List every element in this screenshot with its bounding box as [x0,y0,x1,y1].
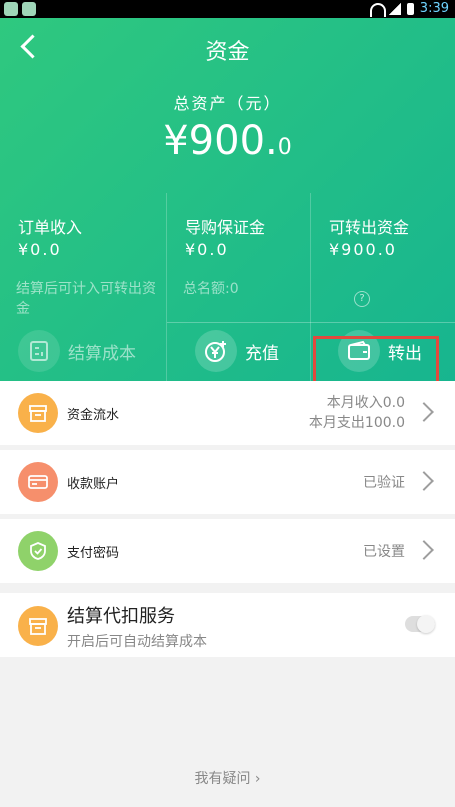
order-income-note: 结算后可计入可转出资金 [16,281,156,317]
chevron-right-icon [414,402,434,422]
signal-icon [388,2,401,15]
shield-icon [18,531,58,571]
page-title: 资金 [205,40,250,65]
list-item-cash-flow[interactable]: 资金流水 本月收入0.0 本月支出100.0 [0,381,455,445]
cash-flow-summary: 本月收入0.0 本月支出100.0 [308,395,405,431]
calculator-icon [18,330,60,372]
total-assets-label: 总资产（元） [173,94,282,113]
battery-icon [406,2,414,15]
receiving-account-label: 收款账户 [67,477,120,492]
archive-box-icon [18,606,58,646]
settlement-service-subtitle: 开启后可自动结算成本 [67,634,207,650]
list-item-payment-password[interactable]: 支付密码 已设置 [0,519,455,583]
settlement-service-toggle[interactable] [405,615,435,633]
order-income-label: 订单收入 [18,218,83,237]
receiving-account-status: 已验证 [363,475,405,491]
order-income-value: ¥0.0 [18,240,62,259]
settlement-service-title: 结算代扣服务 [67,606,175,627]
chevron-right-icon [414,471,434,491]
divider [167,322,455,323]
payment-password-label: 支付密码 [67,546,120,561]
payment-password-status: 已设置 [363,544,405,560]
withdrawable-value: ¥900.0 [329,240,397,259]
recharge-label: 充值 [245,343,279,364]
settle-cost-button[interactable]: 结算成本 [18,330,136,372]
yen-coin-icon [195,330,237,372]
deposit-note: 总名额:0 [183,281,239,297]
list-item-receiving-account[interactable]: 收款账户 已验证 [0,450,455,514]
notification-icon [4,2,18,16]
withdrawable-label: 可转出资金 [329,218,410,237]
settlement-service-row: 结算代扣服务 开启后可自动结算成本 [0,593,455,657]
recharge-button[interactable]: 充值 [195,330,279,372]
status-time: 3:39 [419,1,449,16]
chevron-right-icon [414,540,434,560]
cash-flow-label: 资金流水 [67,408,120,423]
card-icon [18,462,58,502]
help-link[interactable]: 我有疑问 › [0,768,455,788]
wifi-icon [369,2,386,17]
total-assets-value: ¥900.0 [163,118,292,164]
help-circle-icon[interactable]: ? [354,291,370,307]
settle-cost-label: 结算成本 [68,343,136,364]
deposit-label: 导购保证金 [185,218,266,237]
funds-header: 资金 总资产（元） ¥900.0 订单收入 ¥0.0 结算后可计入可转出资金 导… [0,18,455,396]
status-bar: 3:39 [0,0,455,18]
archive-box-icon [18,393,58,433]
funds-menu-list: 资金流水 本月收入0.0 本月支出100.0 收款账户 已验证 支付密码 已设置… [0,381,455,657]
deposit-value: ¥0.0 [185,240,229,259]
app-notification-icon [22,2,36,16]
funds-grid: 订单收入 ¥0.0 结算后可计入可转出资金 导购保证金 ¥0.0 总名额:0 可… [0,193,455,396]
